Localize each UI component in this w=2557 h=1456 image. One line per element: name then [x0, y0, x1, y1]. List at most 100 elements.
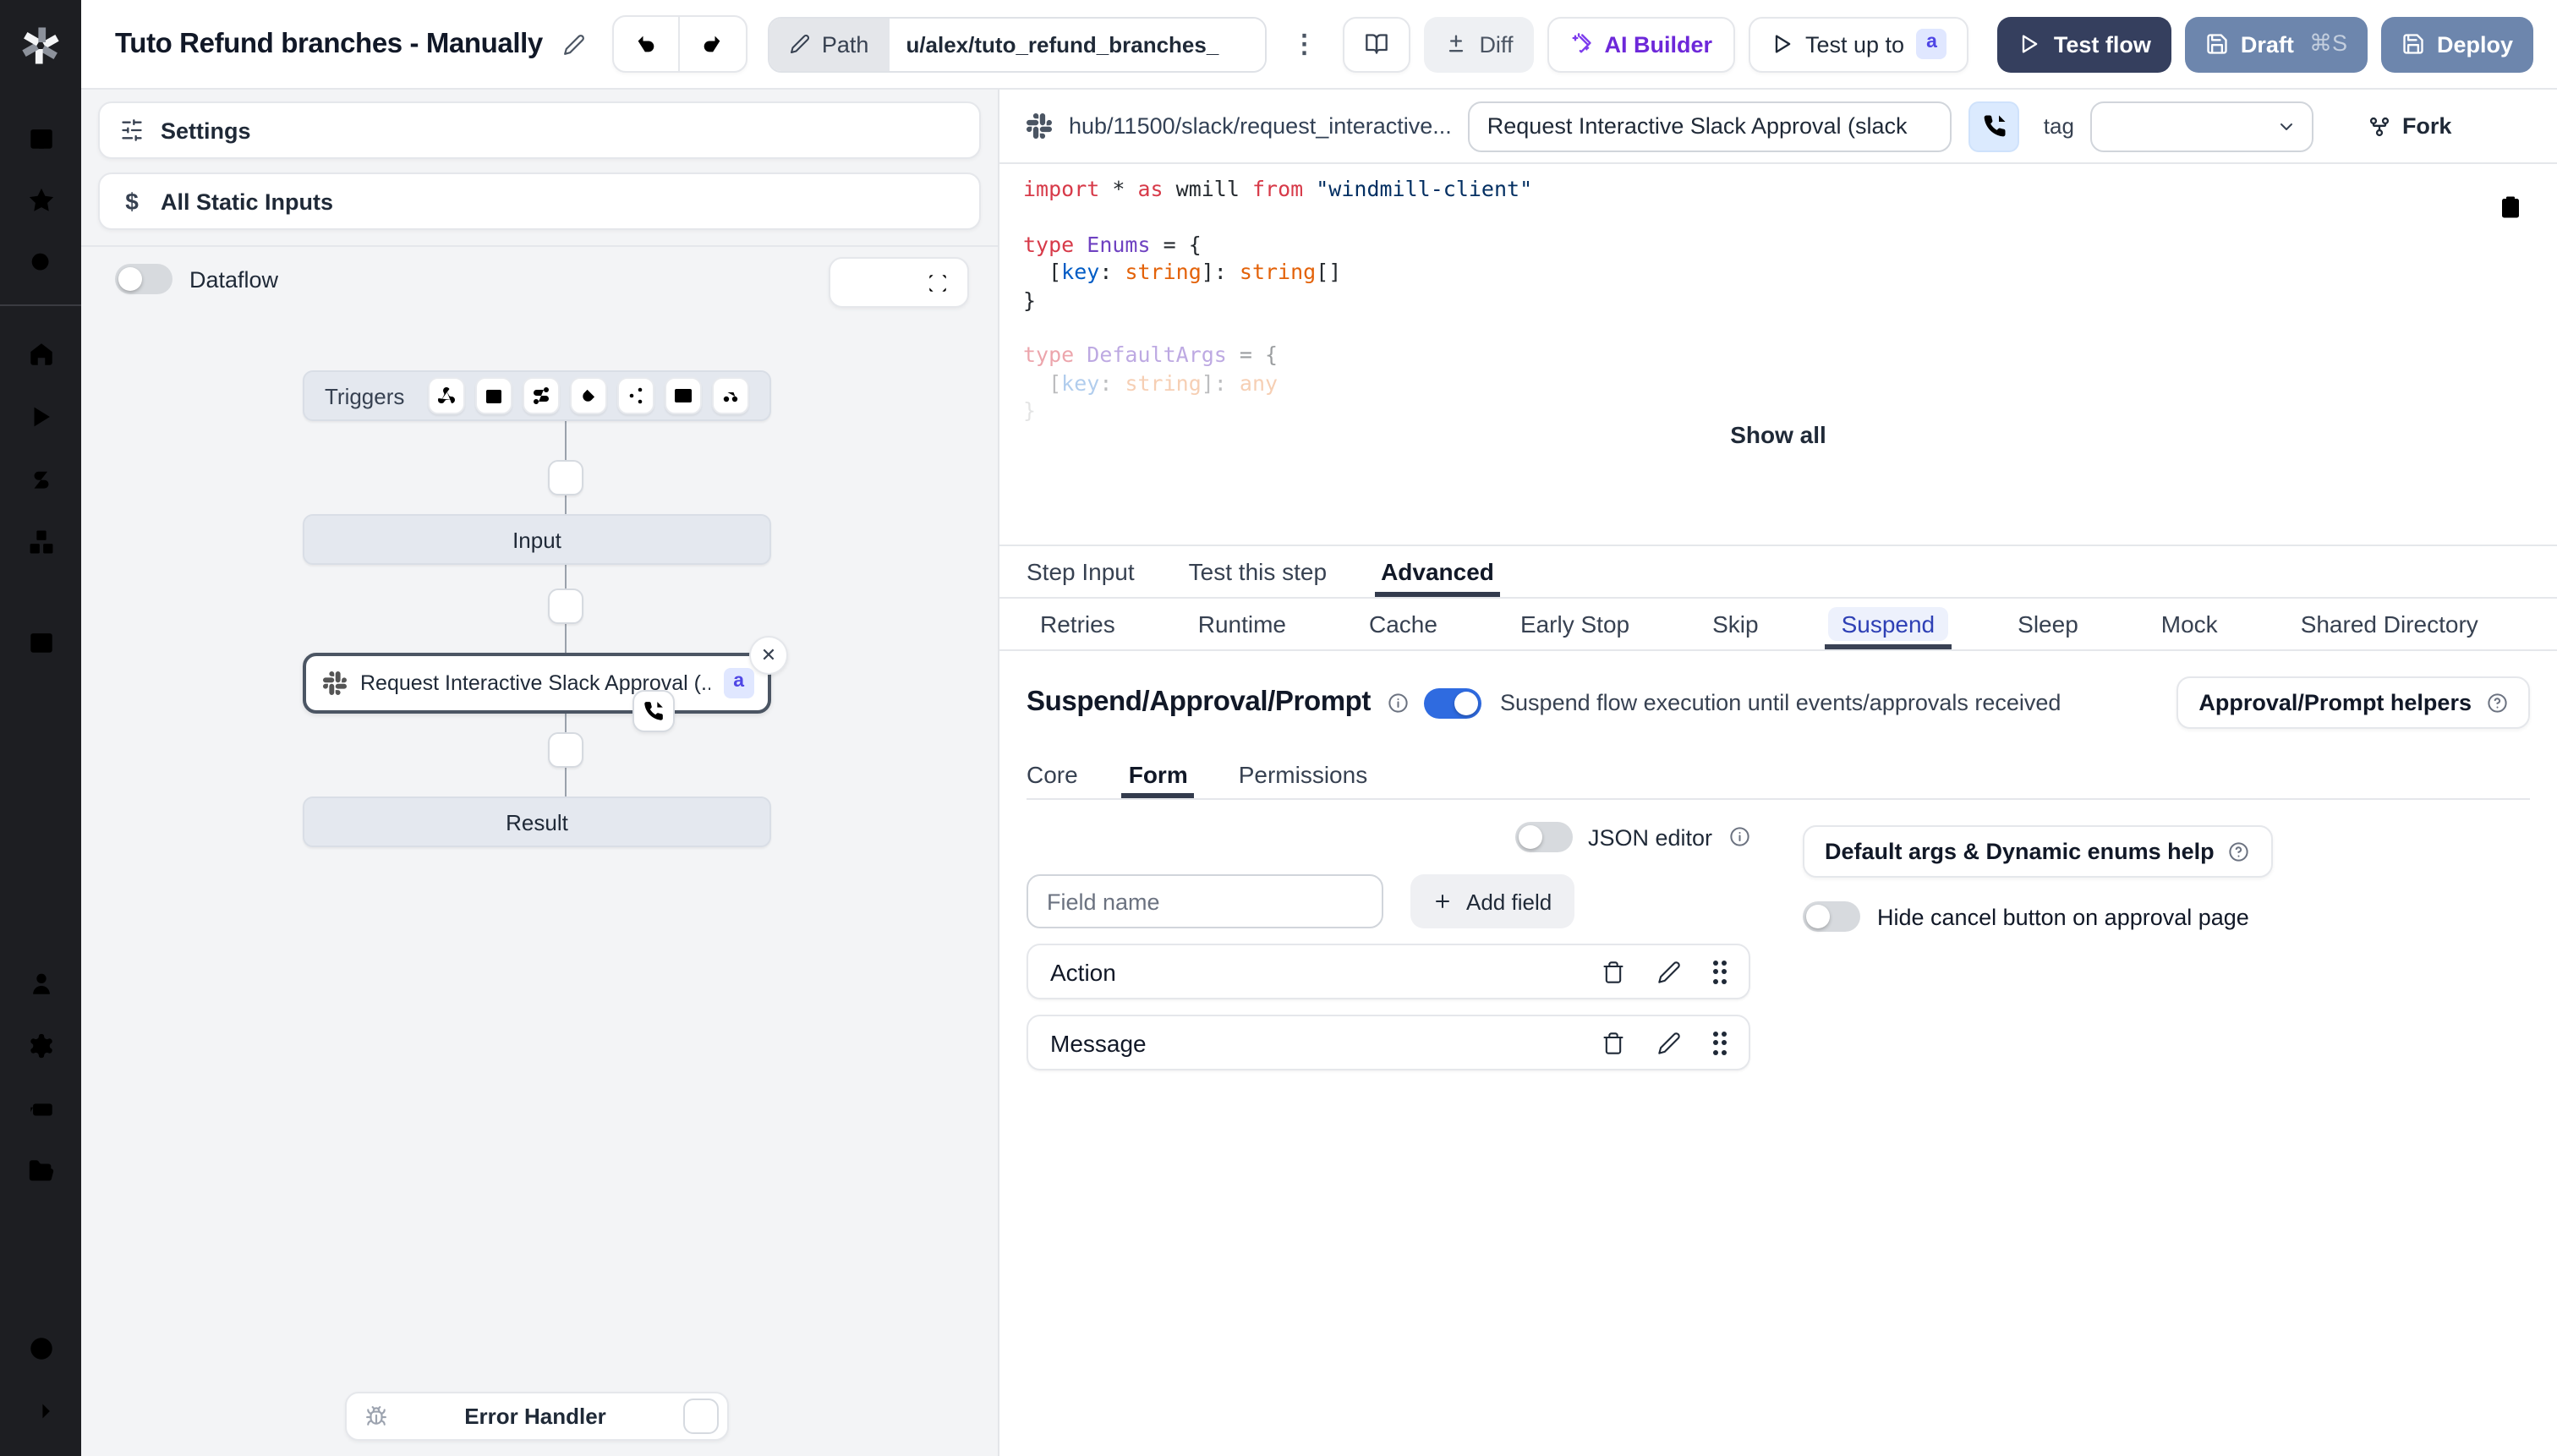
- trash-icon[interactable]: [1601, 1031, 1624, 1054]
- result-node[interactable]: Result: [303, 796, 771, 847]
- show-all-button[interactable]: Show all: [999, 421, 2557, 449]
- home-icon[interactable]: [0, 323, 81, 386]
- pencil-icon[interactable]: [1656, 1031, 1680, 1054]
- tab-step-input[interactable]: Step Input: [1027, 546, 1135, 597]
- default-args-help-button[interactable]: Default args & Dynamic enums help: [1803, 825, 2273, 878]
- subtab-suspend[interactable]: Suspend: [1824, 599, 1952, 649]
- subtab-retries[interactable]: Retries: [1027, 599, 1129, 649]
- users-person-icon[interactable]: [0, 952, 81, 1015]
- deploy-button[interactable]: Deploy: [2380, 16, 2533, 72]
- fit-view-button[interactable]: [918, 259, 957, 306]
- http-route-trigger-icon[interactable]: [523, 377, 561, 414]
- add-step-button-3[interactable]: [548, 732, 583, 768]
- schedules-calendar-icon[interactable]: [0, 610, 81, 673]
- hide-cancel-toggle[interactable]: [1803, 901, 1860, 932]
- subtab-sleep[interactable]: Sleep: [2004, 599, 2092, 649]
- tab-form[interactable]: Form: [1121, 751, 1195, 798]
- play-icon: [1770, 32, 1793, 56]
- subtab-cache[interactable]: Cache: [1355, 599, 1451, 649]
- edit-title-pencil-icon[interactable]: [563, 33, 585, 55]
- workspace-building-icon[interactable]: [0, 107, 81, 169]
- add-plus-icon[interactable]: [0, 673, 81, 736]
- subtab-shared-directory[interactable]: Shared Directory: [2287, 599, 2492, 649]
- suspend-phone-incoming-button[interactable]: [1968, 101, 2020, 151]
- info-icon[interactable]: [1386, 692, 1409, 714]
- expand-sidebar-arrow-icon[interactable]: [0, 1380, 81, 1442]
- flow-canvas[interactable]: Dataflow Triggers Input Request Interact…: [81, 242, 998, 1456]
- kafka-trigger-icon[interactable]: [617, 377, 655, 414]
- docs-book-button[interactable]: [1342, 16, 1410, 72]
- advanced-subtabs: Retries Runtime Cache Early Stop Skip Su…: [999, 599, 2557, 651]
- folders-icon[interactable]: [0, 1140, 81, 1202]
- settings-gear-icon[interactable]: [0, 1015, 81, 1077]
- hub-script-path[interactable]: hub/11500/slack/request_interactive...: [1069, 113, 1452, 139]
- pencil-icon[interactable]: [1656, 960, 1680, 983]
- search-icon[interactable]: [0, 232, 81, 294]
- field-card-action[interactable]: Action: [1027, 944, 1750, 999]
- dataflow-toggle[interactable]: [115, 264, 172, 294]
- workers-robot-icon[interactable]: [0, 1077, 81, 1140]
- field-card-message[interactable]: Message: [1027, 1015, 1750, 1070]
- drag-handle-icon[interactable]: [1712, 960, 1727, 983]
- json-editor-toggle[interactable]: [1514, 822, 1573, 852]
- websocket-trigger-icon[interactable]: [570, 377, 608, 414]
- path-label[interactable]: Path: [769, 18, 890, 70]
- scheduled-poll-trigger-icon[interactable]: [712, 377, 750, 414]
- tab-advanced[interactable]: Advanced: [1374, 546, 1501, 597]
- zoom-in-button[interactable]: [840, 259, 879, 306]
- triggers-node[interactable]: Triggers: [303, 370, 771, 421]
- plus-minus-icon: [1443, 32, 1467, 56]
- step-node-approval[interactable]: Request Interactive Slack Approval (... …: [303, 636, 788, 732]
- tag-select[interactable]: [2090, 101, 2314, 151]
- sliders-icon: [120, 118, 144, 142]
- email-trigger-icon[interactable]: [665, 377, 703, 414]
- audit-logs-list-icon[interactable]: [0, 1202, 81, 1265]
- add-step-button-2[interactable]: [548, 588, 583, 624]
- drag-handle-icon[interactable]: [1712, 1031, 1727, 1054]
- field-name-input[interactable]: [1027, 874, 1383, 928]
- subtab-mock[interactable]: Mock: [2148, 599, 2231, 649]
- test-up-to-button[interactable]: Test up to a: [1748, 16, 1969, 72]
- all-static-inputs-button[interactable]: $ All Static Inputs: [98, 172, 981, 230]
- trash-icon[interactable]: [1601, 960, 1624, 983]
- draft-button[interactable]: Draft ⌘S: [2184, 16, 2368, 72]
- info-icon[interactable]: [1727, 826, 1750, 849]
- subtab-early-stop[interactable]: Early Stop: [1507, 599, 1643, 649]
- help-circle-icon[interactable]: [0, 1317, 81, 1380]
- suspend-enabled-toggle[interactable]: [1424, 687, 1482, 718]
- ai-builder-button[interactable]: AI Builder: [1547, 16, 1734, 72]
- windmill-logo[interactable]: [0, 0, 81, 90]
- runs-play-icon[interactable]: [0, 386, 81, 448]
- tab-test-this-step[interactable]: Test this step: [1189, 546, 1327, 597]
- approval-prompt-helpers-button[interactable]: Approval/Prompt helpers: [2176, 676, 2530, 729]
- add-error-handler-button[interactable]: [683, 1399, 719, 1434]
- subtab-skip[interactable]: Skip: [1699, 599, 1771, 649]
- add-field-button[interactable]: Add field: [1410, 874, 1574, 928]
- test-flow-button[interactable]: Test flow: [1997, 16, 2171, 72]
- step-name-input[interactable]: [1468, 101, 1952, 151]
- delete-step-button[interactable]: ✕: [749, 636, 788, 675]
- copy-clipboard-icon[interactable]: [2498, 194, 2523, 227]
- diff-button[interactable]: Diff: [1423, 16, 1534, 72]
- add-step-button-1[interactable]: [548, 460, 583, 495]
- flow-settings-button[interactable]: Settings: [98, 101, 981, 159]
- error-handler-node[interactable]: Error Handler: [345, 1392, 729, 1441]
- step-id-badge: a: [1916, 29, 1947, 59]
- tab-permissions[interactable]: Permissions: [1239, 751, 1368, 798]
- more-options-kebab-icon[interactable]: ⋮: [1279, 29, 1328, 59]
- input-node[interactable]: Input: [303, 514, 771, 565]
- favorites-star-icon[interactable]: [0, 169, 81, 232]
- save-icon: [2401, 32, 2425, 56]
- zoom-out-button[interactable]: [879, 259, 918, 306]
- code-editor[interactable]: import * as wmill from "windmill-client"…: [999, 164, 2557, 546]
- path-input[interactable]: [889, 18, 1265, 70]
- variables-dollar-icon[interactable]: [0, 448, 81, 511]
- fork-button[interactable]: Fork: [2368, 113, 2451, 139]
- schedule-trigger-icon[interactable]: [475, 377, 513, 414]
- tab-core[interactable]: Core: [1027, 751, 1078, 798]
- undo-button[interactable]: [614, 17, 680, 71]
- subtab-runtime[interactable]: Runtime: [1185, 599, 1300, 649]
- webhook-trigger-icon[interactable]: [428, 377, 466, 414]
- resources-cubes-icon[interactable]: [0, 511, 81, 573]
- redo-button[interactable]: [680, 17, 746, 71]
